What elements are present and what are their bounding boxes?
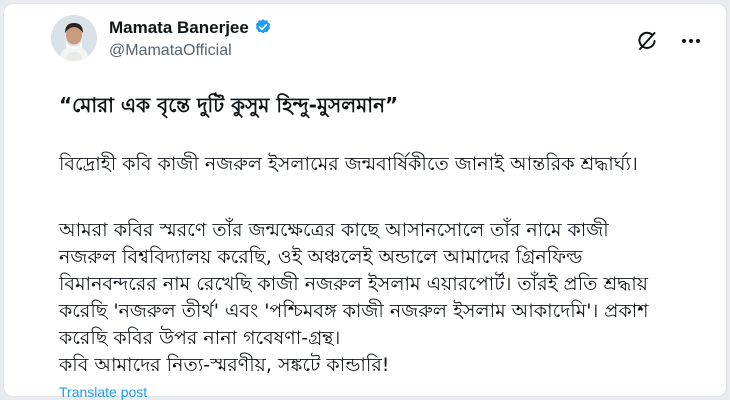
- avatar-image: [51, 15, 97, 61]
- verified-badge-icon: [255, 19, 270, 34]
- author-name[interactable]: Mamata Banerjee: [109, 18, 272, 38]
- avatar[interactable]: [51, 15, 97, 61]
- author-handle[interactable]: @MamataOfficial: [109, 41, 232, 61]
- tweet-paragraph-2: আমরা কবির স্মরণে তাঁর জন্মক্ষেত্রের কাছে…: [59, 219, 649, 349]
- tweet-card: Mamata Banerjee @MamataOfficial “মোরা এক…: [3, 3, 727, 400]
- tweet-heading: “মোরা এক বৃন্তে দুটি কুসুম হিন্দু-মুসলমা…: [59, 93, 399, 117]
- more-options-icon[interactable]: [680, 31, 702, 51]
- grok-icon[interactable]: [635, 29, 659, 53]
- tweet-paragraph-3: কবি আমাদের নিত্য-স্মরণীয়, সঙ্কটে কান্ডা…: [59, 354, 390, 376]
- author-name-text: Mamata Banerjee: [109, 18, 249, 37]
- translate-post-link[interactable]: Translate post: [59, 384, 147, 400]
- tweet-paragraph-1: বিদ্রোহী কবি কাজী নজরুল ইসলামের জন্মবার্…: [59, 153, 638, 175]
